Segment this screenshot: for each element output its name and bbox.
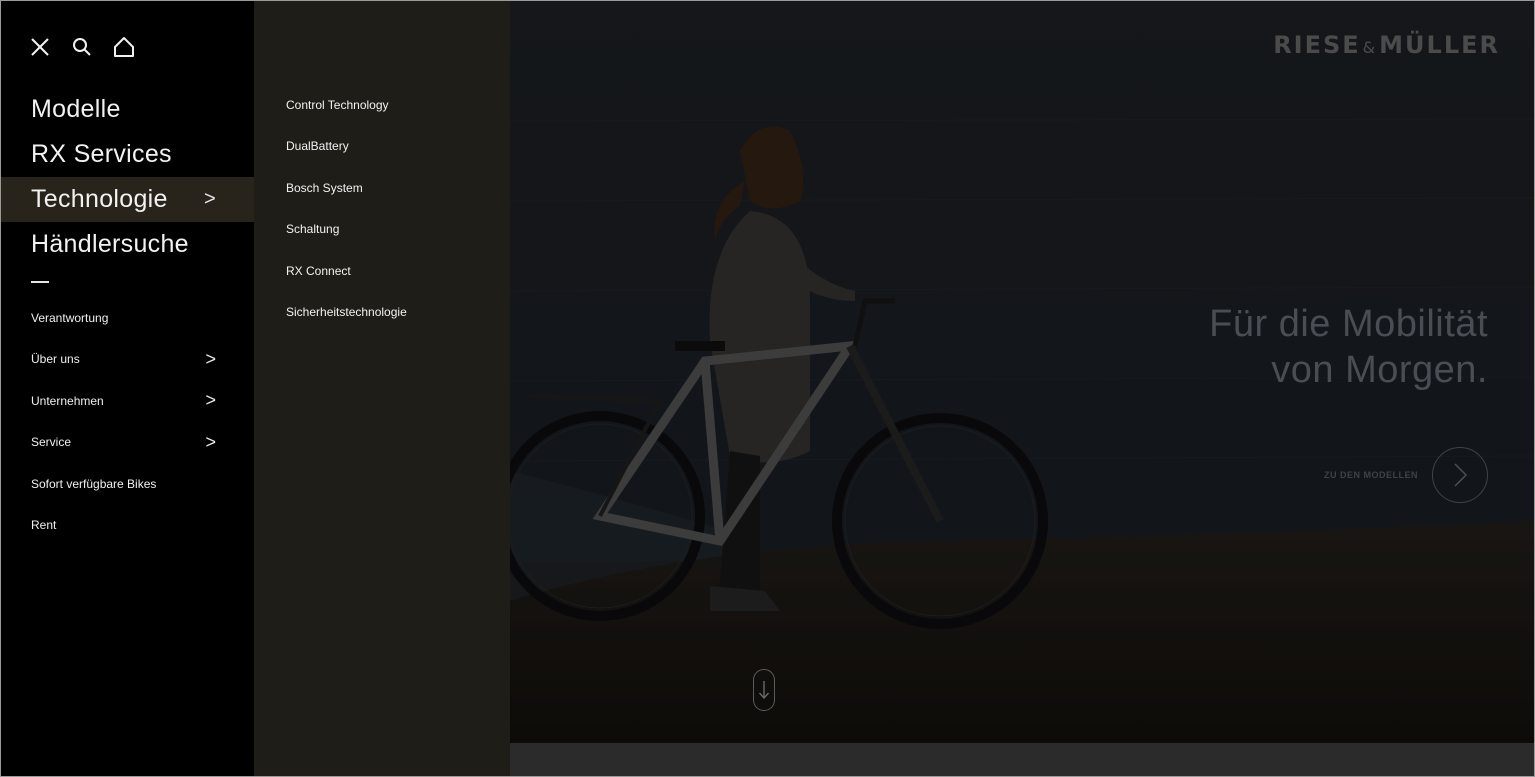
nav-item-modelle[interactable]: Modelle xyxy=(1,87,254,132)
primary-navigation: Modelle RX Services Technologie > Händle… xyxy=(1,1,254,776)
nav-divider xyxy=(31,281,49,283)
chevron-right-icon: > xyxy=(204,188,216,210)
nav-item-label: Unternehmen xyxy=(31,393,104,408)
hero-cta-label: ZU DEN MODELLEN xyxy=(1324,470,1418,480)
technologie-submenu: Control Technology DualBattery Bosch Sys… xyxy=(254,1,510,776)
hero-bottom-strip xyxy=(510,743,1534,776)
nav-item-verantwortung[interactable]: Verantwortung xyxy=(1,297,254,339)
search-icon[interactable] xyxy=(71,34,93,60)
submenu-item-control-technology[interactable]: Control Technology xyxy=(254,84,510,126)
nav-item-label: Über uns xyxy=(31,352,80,367)
nav-item-label: Händlersuche xyxy=(31,230,189,258)
hero-headline-line-2: von Morgen. xyxy=(1271,349,1488,391)
nav-item-technologie[interactable]: Technologie > xyxy=(1,177,254,222)
submenu-item-bosch-system[interactable]: Bosch System xyxy=(254,167,510,209)
nav-item-label: Modelle xyxy=(31,95,121,123)
submenu-item-schaltung[interactable]: Schaltung xyxy=(254,209,510,251)
submenu-item-rx-connect[interactable]: RX Connect xyxy=(254,250,510,292)
nav-item-label: Rent xyxy=(31,518,57,533)
nav-item-label: Sofort verfügbare Bikes xyxy=(31,476,157,491)
brand-logo-right: MÜLLER xyxy=(1379,31,1500,59)
submenu-item-dualbattery[interactable]: DualBattery xyxy=(254,126,510,168)
chevron-right-icon: > xyxy=(205,431,216,452)
hero-cta-button[interactable]: ZU DEN MODELLEN xyxy=(1324,447,1488,503)
submenu-list: Control Technology DualBattery Bosch Sys… xyxy=(254,84,510,333)
nav-item-sofort-verfuegbare-bikes[interactable]: Sofort verfügbare Bikes xyxy=(1,463,254,505)
nav-item-label: RX Services xyxy=(31,140,172,168)
scroll-down-button[interactable] xyxy=(753,669,775,711)
nav-item-service[interactable]: Service > xyxy=(1,422,254,464)
nav-item-unternehmen[interactable]: Unternehmen > xyxy=(1,380,254,422)
arrow-down-icon xyxy=(758,681,770,700)
brand-logo-left: RIESE xyxy=(1273,31,1361,59)
brand-logo[interactable]: RIESE &MÜLLER xyxy=(1273,31,1500,59)
nav-item-label: Service xyxy=(31,435,72,450)
page: Modelle RX Services Technologie > Händle… xyxy=(0,0,1535,777)
hero-headline-line-1: Für die Mobilität xyxy=(1209,303,1488,345)
chevron-right-icon xyxy=(1432,447,1488,503)
home-icon[interactable] xyxy=(113,34,135,60)
nav-toolbar xyxy=(29,34,135,60)
submenu-item-sicherheitstechnologie[interactable]: Sicherheitstechnologie xyxy=(254,292,510,334)
chevron-right-icon: > xyxy=(205,390,216,411)
brand-logo-amp: & xyxy=(1362,38,1378,57)
hero-headline: Für die Mobilität von Morgen. xyxy=(1209,301,1488,393)
nav-item-haendlersuche[interactable]: Händlersuche xyxy=(1,222,254,267)
secondary-nav-list: Verantwortung Über uns > Unternehmen > S… xyxy=(1,297,254,546)
close-icon[interactable] xyxy=(29,34,51,60)
nav-item-rent[interactable]: Rent xyxy=(1,505,254,547)
nav-item-rx-services[interactable]: RX Services xyxy=(1,132,254,177)
nav-item-label: Technologie xyxy=(31,185,168,213)
nav-item-label: Verantwortung xyxy=(31,310,109,325)
chevron-right-icon: > xyxy=(205,348,216,369)
hero-section: RIESE &MÜLLER Für die Mobilität von Morge… xyxy=(510,1,1534,743)
nav-item-ueber-uns[interactable]: Über uns > xyxy=(1,339,254,381)
main-nav-list: Modelle RX Services Technologie > Händle… xyxy=(1,87,254,267)
